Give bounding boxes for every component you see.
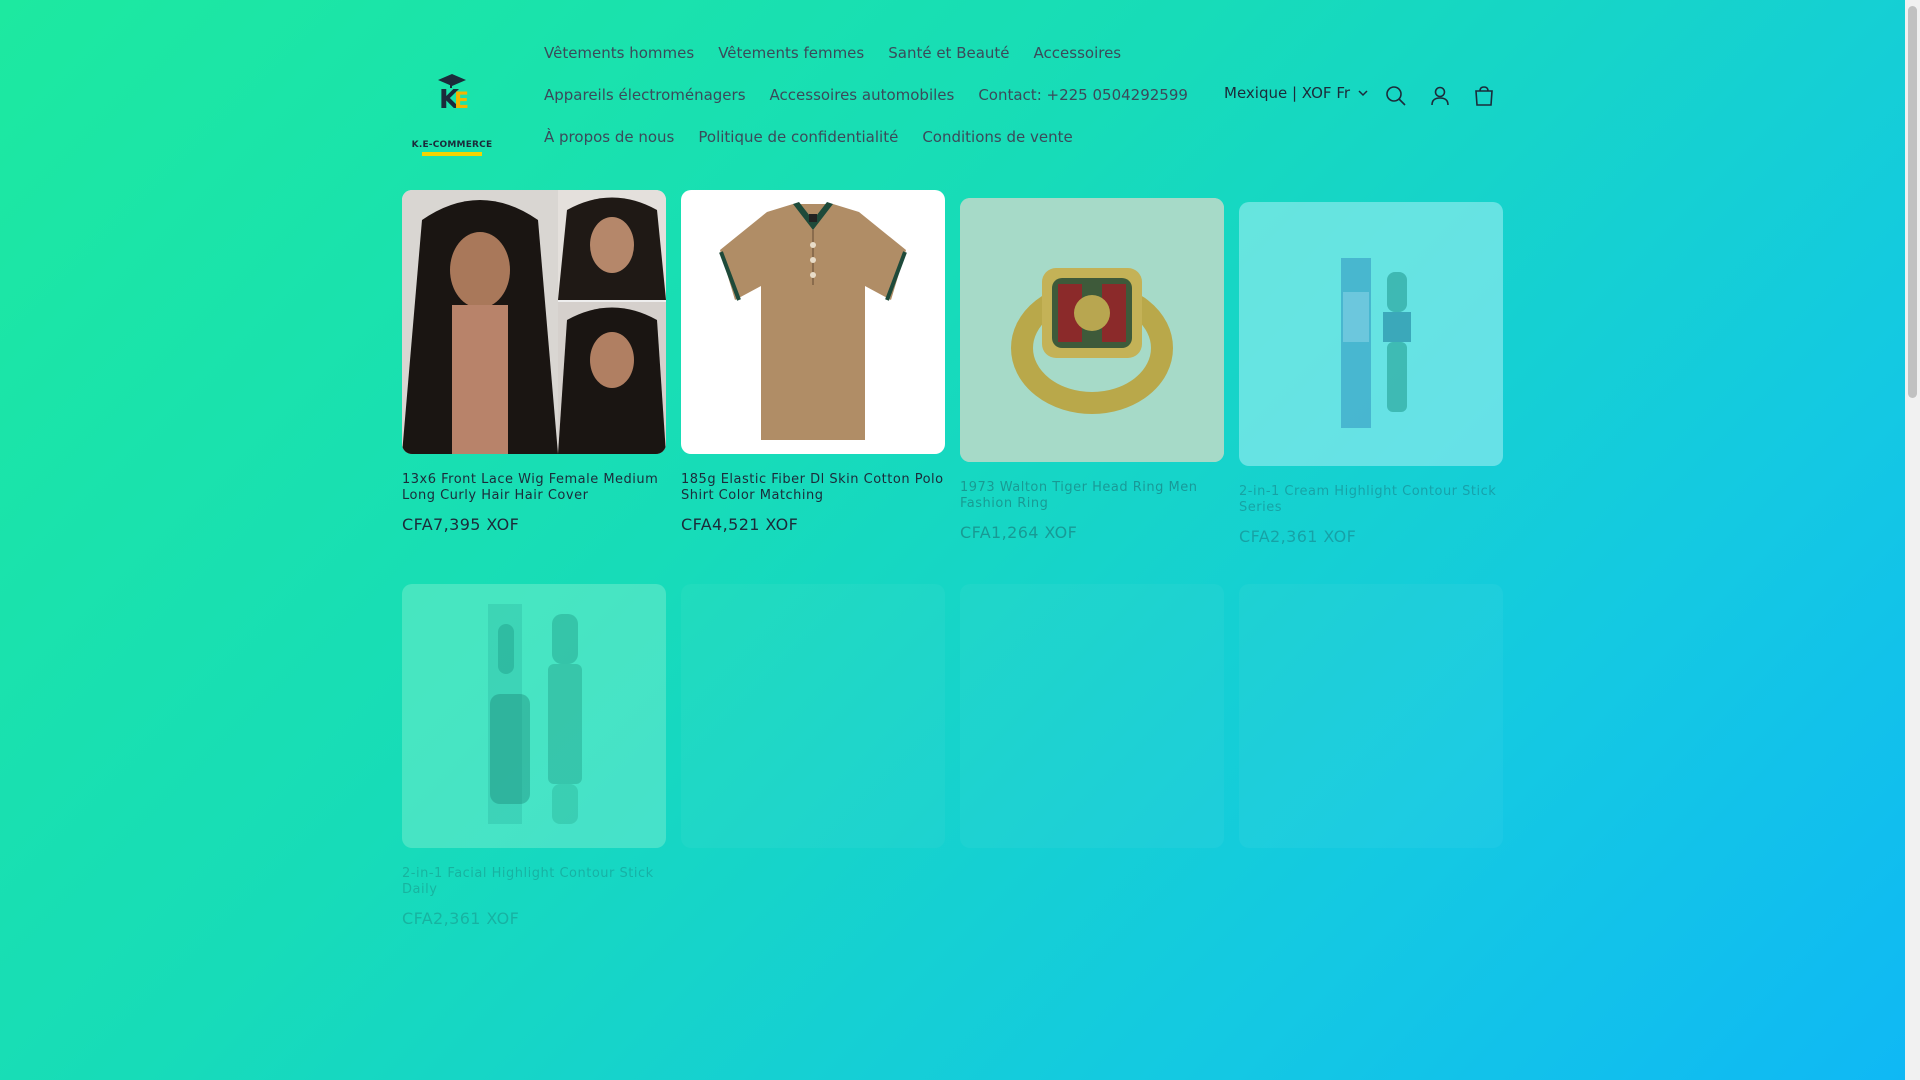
account-icon xyxy=(1431,86,1449,106)
ring-image[interactable] xyxy=(960,198,1224,462)
product-price: CFA2,361 XOF xyxy=(1239,527,1357,546)
wig-photo-illustration xyxy=(402,190,666,454)
nav-item-privacy-policy[interactable]: Politique de confidentialité xyxy=(686,128,910,146)
main-navigation: Vêtements hommes Vêtements femmes Santé … xyxy=(533,32,1213,158)
search-button[interactable] xyxy=(1382,82,1410,110)
product-price: CFA1,264 XOF xyxy=(960,523,1078,542)
locale-label: Mexique | XOF Fr xyxy=(1224,84,1351,102)
nav-row-1: Vêtements hommes Vêtements femmes Santé … xyxy=(533,32,1213,74)
logo-wordmark: K.E-COMMERCE xyxy=(411,140,493,150)
wig-image[interactable] xyxy=(402,190,666,454)
nav-item-womens-clothing[interactable]: Vêtements femmes xyxy=(706,44,876,62)
country-currency-selector[interactable]: Mexique | XOF Fr xyxy=(1224,84,1368,102)
nav-item-accessories[interactable]: Accessoires xyxy=(1022,44,1134,62)
nav-item-contact[interactable]: Contact: +225 0504292599 xyxy=(966,86,1200,104)
nav-item-appliances[interactable]: Appareils électroménagers xyxy=(533,86,758,104)
nav-item-car-accessories[interactable]: Accessoires automobiles xyxy=(758,86,967,104)
nav-row-2: Appareils électroménagers Accessoires au… xyxy=(533,74,1213,116)
product-title[interactable]: 1973 Walton Tiger Head Ring Men Fashion … xyxy=(960,480,1224,512)
product-price: CFA7,395 XOF xyxy=(402,515,520,534)
product-title[interactable]: 2-in-1 Facial Highlight Contour Stick Da… xyxy=(402,866,666,898)
chevron-down-icon xyxy=(1358,89,1368,96)
facial-contour-stick-image[interactable] xyxy=(402,584,666,848)
search-icon xyxy=(1386,86,1406,106)
site-header: K E K.E-COMMERCE Vêtements hommes Vêteme… xyxy=(402,32,1504,164)
store-logo[interactable]: K E K.E-COMMERCE xyxy=(402,66,502,156)
ring-illustration xyxy=(960,198,1224,462)
account-button[interactable] xyxy=(1426,82,1454,110)
product-title[interactable]: 185g Elastic Fiber Dl Skin Cotton Polo S… xyxy=(681,472,945,504)
product-card-placeholder xyxy=(1239,584,1503,848)
product-title[interactable]: 2-in-1 Cream Highlight Contour Stick Ser… xyxy=(1239,484,1503,516)
placeholder-image xyxy=(681,584,945,848)
nav-item-terms-of-sale[interactable]: Conditions de vente xyxy=(910,128,1084,146)
nav-item-mens-clothing[interactable]: Vêtements hommes xyxy=(533,44,706,62)
product-card[interactable]: 185g Elastic Fiber Dl Skin Cotton Polo S… xyxy=(681,190,945,534)
contour-stick-illustration xyxy=(1341,258,1411,428)
logo-icon: K E xyxy=(438,74,469,115)
scrollbar-thumb[interactable] xyxy=(1908,6,1917,398)
product-card-placeholder xyxy=(681,584,945,848)
page-scrollbar[interactable] xyxy=(1905,0,1920,1080)
product-title[interactable]: 13x6 Front Lace Wig Female Medium Long C… xyxy=(402,472,666,504)
product-card[interactable]: 2-in-1 Facial Highlight Contour Stick Da… xyxy=(402,584,666,928)
placeholder-image xyxy=(1239,584,1503,848)
svg-text:E: E xyxy=(454,89,469,114)
facial-contour-stick-illustration xyxy=(488,604,582,824)
nav-item-about-us[interactable]: À propos de nous xyxy=(533,128,686,146)
nav-item-health-beauty[interactable]: Santé et Beauté xyxy=(876,44,1021,62)
product-card[interactable]: 2-in-1 Cream Highlight Contour Stick Ser… xyxy=(1239,202,1503,546)
product-card[interactable]: 13x6 Front Lace Wig Female Medium Long C… xyxy=(402,190,666,534)
polo-shirt-image[interactable] xyxy=(681,190,945,454)
product-price: CFA4,521 XOF xyxy=(681,515,799,534)
product-card-placeholder xyxy=(960,584,1224,848)
cart-button[interactable] xyxy=(1470,82,1498,110)
polo-shirt-illustration xyxy=(719,202,907,440)
cart-icon xyxy=(1475,86,1493,106)
product-card[interactable]: 1973 Walton Tiger Head Ring Men Fashion … xyxy=(960,198,1224,542)
nav-row-3: À propos de nous Politique de confidenti… xyxy=(533,116,1213,158)
product-price: CFA2,361 XOF xyxy=(402,909,520,928)
contour-stick-image[interactable] xyxy=(1239,202,1503,466)
placeholder-image xyxy=(960,584,1224,848)
logo-underline xyxy=(422,152,482,156)
